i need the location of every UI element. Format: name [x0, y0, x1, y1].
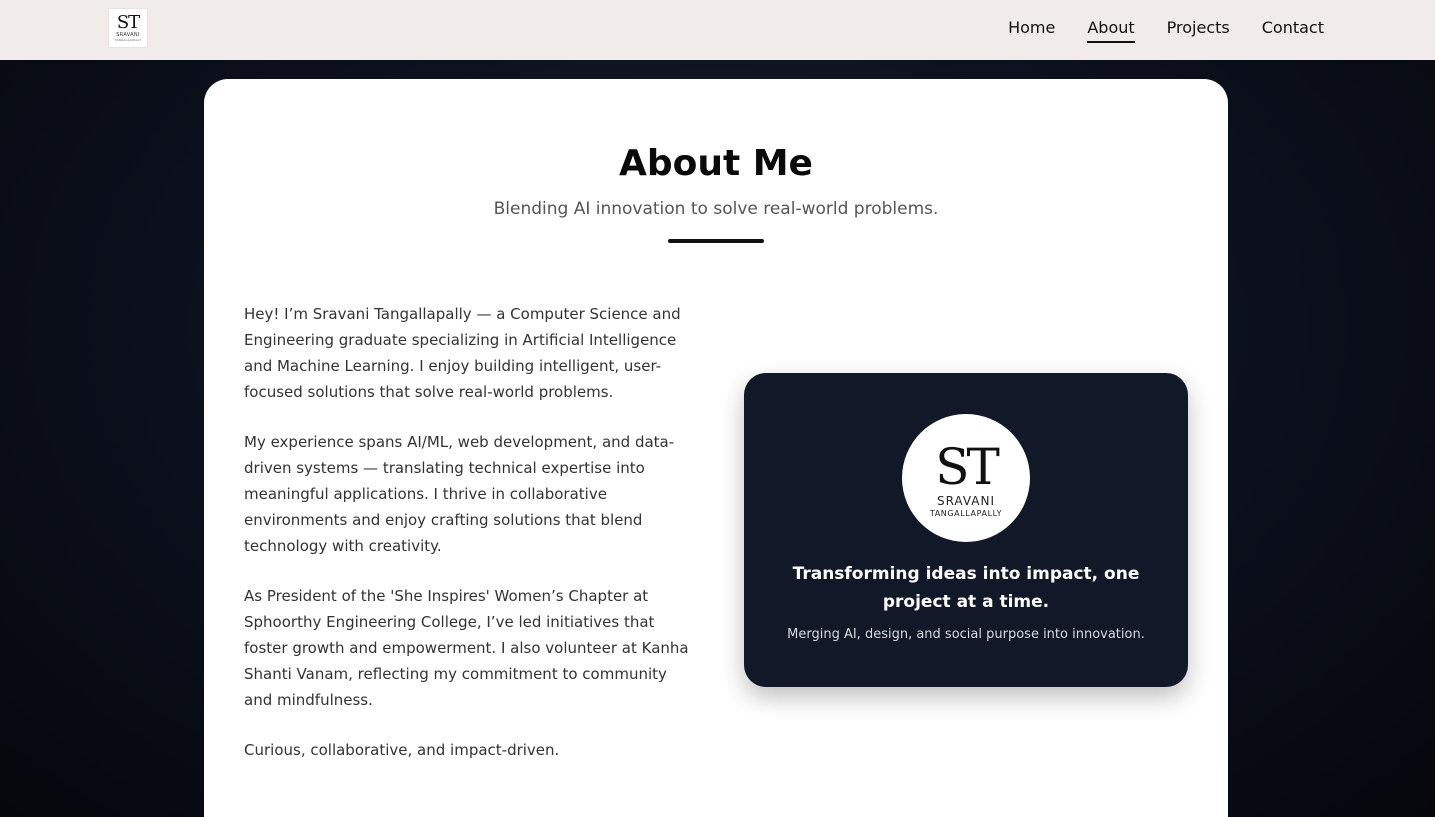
highlight-card: ST SRAVANI TANGALLAPALLY Transforming id…: [744, 373, 1188, 687]
bio-text: Hey! I’m Sravani Tangallapally — a Compu…: [244, 301, 694, 787]
nav-link-contact[interactable]: Contact: [1262, 18, 1324, 43]
highlight-subtext: Merging AI, design, and social purpose i…: [787, 627, 1145, 642]
bio-paragraph: My experience spans AI/ML, web developme…: [244, 433, 675, 555]
nav-link-about[interactable]: About: [1087, 18, 1135, 43]
nav-link-home[interactable]: Home: [1008, 18, 1055, 43]
bio-paragraph: Curious, collaborative, and impact-drive…: [244, 741, 560, 759]
page-subtitle: Blending AI innovation to solve real-wor…: [493, 199, 939, 219]
bio-paragraph: Hey! I’m Sravani Tangallapally — a Compu…: [244, 305, 681, 401]
title-divider: [668, 239, 764, 243]
avatar-last-name: TANGALLAPALLY: [929, 508, 1003, 518]
highlight-tagline: Transforming ideas into impact, one proj…: [792, 564, 1140, 612]
nav-link-projects[interactable]: Projects: [1167, 18, 1230, 43]
page-title: About Me: [619, 143, 813, 184]
main-nav: Home About Projects Contact: [1008, 18, 1324, 43]
logo-last-name: TANGALLAPALLY: [114, 38, 142, 42]
logo-monogram: ST: [116, 12, 140, 33]
about-card: About Me Blending AI innovation to solve…: [204, 79, 1228, 817]
avatar-monogram: ST: [935, 437, 1000, 496]
bio-paragraph: As President of the 'She Inspires' Women…: [244, 587, 689, 709]
site-logo[interactable]: ST SRAVANI TANGALLAPALLY: [108, 8, 148, 48]
avatar: ST SRAVANI TANGALLAPALLY: [902, 414, 1030, 542]
avatar-first-name: SRAVANI: [936, 493, 996, 508]
navbar: ST SRAVANI TANGALLAPALLY Home About Proj…: [0, 0, 1435, 60]
